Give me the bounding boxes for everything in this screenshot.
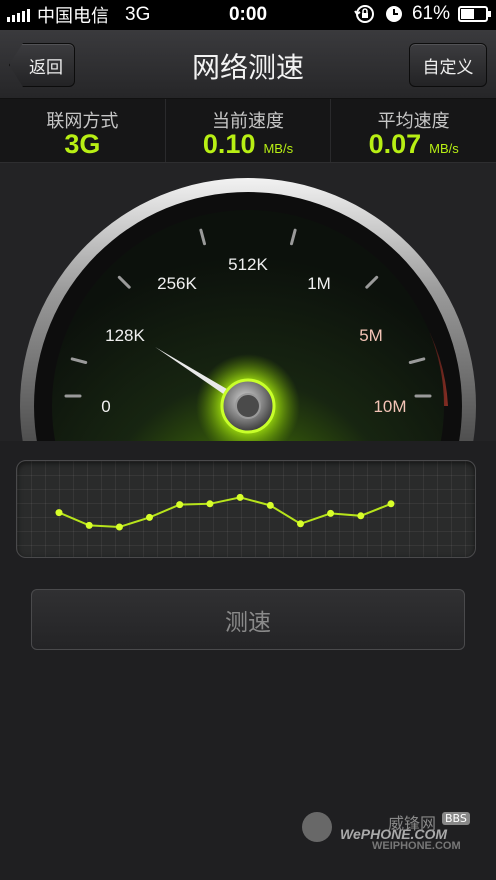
gauge-scale-label: 10M bbox=[373, 397, 406, 416]
gauge-scale-label: 512K bbox=[228, 255, 268, 274]
custom-button[interactable]: 自定义 bbox=[409, 43, 487, 87]
speed-graph-point bbox=[206, 500, 214, 508]
status-bar: 中国电信 3G 0:00 61% bbox=[0, 0, 496, 30]
network-type-value: 3G bbox=[64, 129, 101, 159]
watermark-logo-icon bbox=[302, 812, 332, 842]
average-speed-unit: MB/s bbox=[429, 141, 459, 156]
speed-graph-point bbox=[357, 512, 365, 520]
current-speed-value: 0.10 MB/s bbox=[202, 129, 294, 159]
current-speed-unit: MB/s bbox=[263, 141, 294, 156]
gauge-scale-label: 256K bbox=[157, 274, 197, 293]
speed-graph-point bbox=[327, 509, 335, 517]
gauge-scale-label: 0 bbox=[101, 397, 110, 416]
speed-graph-point bbox=[387, 500, 395, 508]
rotation-lock-icon bbox=[354, 5, 374, 23]
watermark-bbs: BBS bbox=[442, 812, 470, 825]
speed-gauge: 0 128K 256K 512K 1M 5M 10M bbox=[0, 163, 496, 441]
gauge-scale-label: 128K bbox=[105, 326, 145, 345]
speed-graph-point bbox=[85, 521, 93, 529]
speed-graph-point bbox=[146, 513, 153, 521]
gauge-scale-label: 1M bbox=[307, 274, 331, 293]
watermark-cn: 威锋网 bbox=[388, 814, 437, 833]
speed-test-button[interactable]: 测速 bbox=[31, 589, 465, 650]
speed-graph-point bbox=[115, 523, 123, 531]
watermark-url: WEIPHONE.COM bbox=[372, 840, 461, 852]
weiphone-watermark: WePHONE.COM 威锋网 BBS WEIPHONE.COM bbox=[300, 810, 480, 855]
network-type-stat: 联网方式 3G bbox=[0, 99, 165, 162]
current-speed-stat: 当前速度 0.10 MB/s bbox=[164, 99, 331, 162]
gauge-scale-label: 5M bbox=[359, 326, 383, 345]
speed-graph-line bbox=[58, 496, 392, 529]
speed-graph-point bbox=[55, 509, 63, 517]
navigation-bar: 返回 网络测速 自定义 bbox=[0, 30, 496, 99]
speed-graph-point bbox=[176, 501, 184, 509]
speed-graph-point bbox=[266, 501, 274, 509]
average-speed-stat: 平均速度 0.07 MB/s bbox=[330, 99, 496, 162]
alarm-clock-icon bbox=[385, 6, 402, 22]
average-speed-value: 0.07 MB/s bbox=[368, 129, 459, 159]
speed-history-graph bbox=[16, 460, 476, 558]
battery-percent: 61% bbox=[411, 3, 450, 24]
speed-graph-point bbox=[236, 493, 244, 501]
battery-icon bbox=[458, 6, 491, 22]
gauge-hub-center bbox=[235, 393, 261, 419]
stats-panel: 联网方式 3G 当前速度 0.10 MB/s 平均速度 0.07 MB/s bbox=[0, 99, 496, 163]
speed-graph-point bbox=[297, 520, 304, 528]
